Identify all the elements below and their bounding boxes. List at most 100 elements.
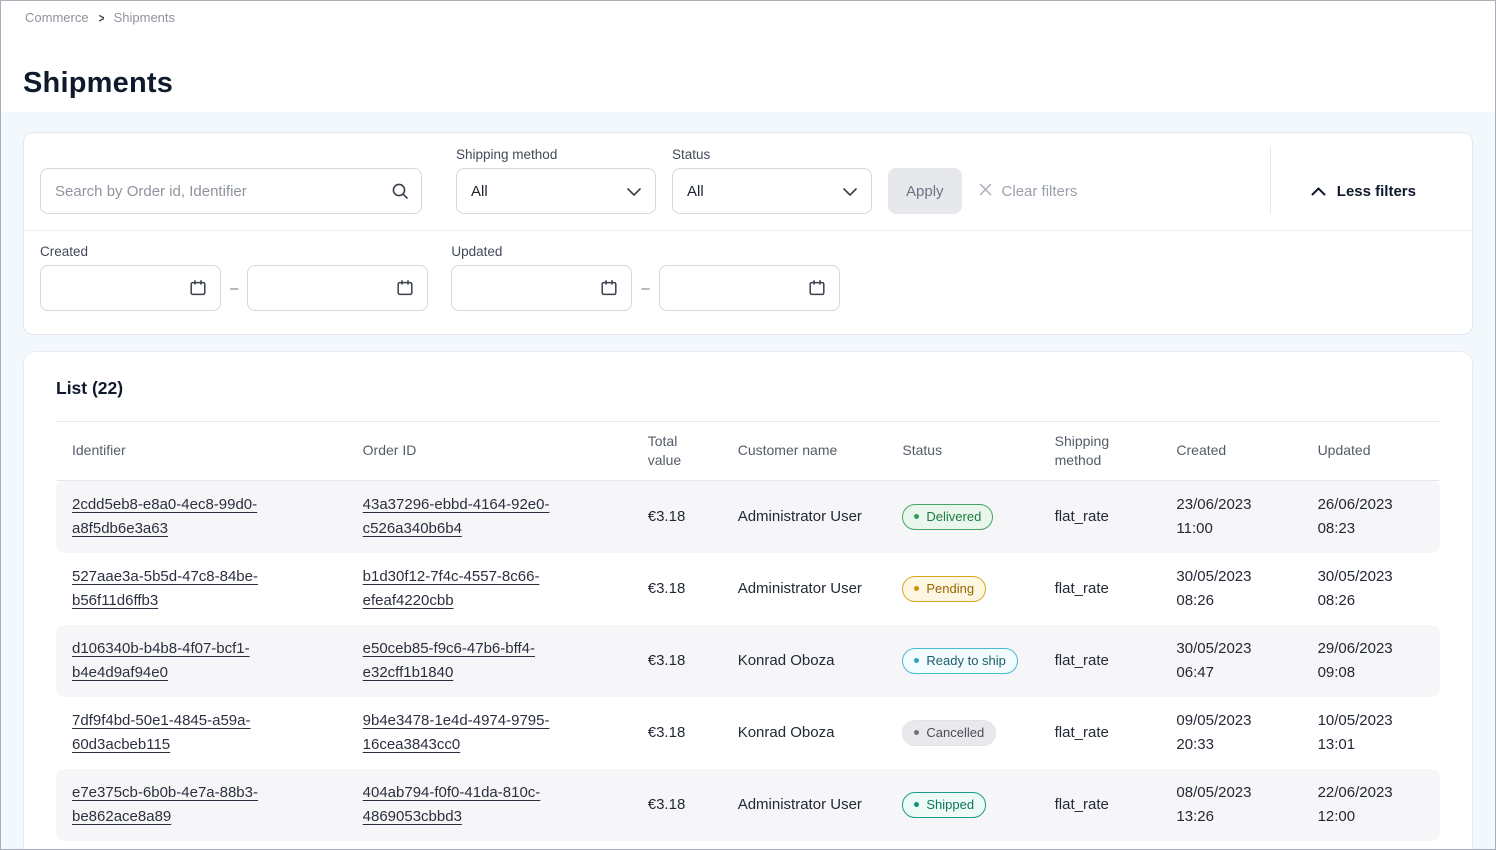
cell-status: Delivered — [886, 480, 1038, 553]
cell-total_value: €3.18 — [632, 697, 722, 769]
created-range: – — [40, 265, 428, 311]
shipping-method-select[interactable]: All — [456, 168, 656, 214]
order-id-link[interactable]: b1d30f12-7f4c-4557-8c66-efeaf4220cbb — [363, 568, 540, 609]
column-header-order_id: Order ID — [347, 422, 632, 481]
cell-customer_name: Administrator User — [722, 553, 887, 625]
status-dot-icon — [914, 514, 919, 519]
chevron-up-icon — [1311, 183, 1326, 200]
filters-row-primary: Shipping method All Status All — [24, 133, 1472, 230]
cell-customer_name: Administrator User — [722, 480, 887, 553]
status-badge-label: Shipped — [926, 796, 974, 813]
table-row: 2cdd5eb8-e8a0-4ec8-99d0-a8f5db6e3a63 43a3… — [56, 480, 1440, 553]
cell-created: 23/06/2023 11:00 — [1160, 480, 1301, 553]
cell-updated: 10/05/2023 13:01 — [1302, 697, 1440, 769]
cell-created: 09/05/2023 20:33 — [1160, 697, 1301, 769]
status-label: Status — [672, 147, 872, 162]
status-badge: Ready to ship — [902, 648, 1018, 674]
identifier-link[interactable]: 7df9f4bd-50e1-4845-a59a-60d3acbeb115 — [72, 712, 250, 753]
filters-row-dates: Created – — [24, 231, 1472, 334]
cell-customer_name: Konrad Oboza — [722, 625, 887, 697]
close-icon — [978, 182, 993, 201]
order-id-link[interactable]: 43a37296-ebbd-4164-92e0-c526a340b6b4 — [363, 496, 550, 537]
cell-order_id: b1d30f12-7f4c-4557-8c66-efeaf4220cbb — [347, 553, 632, 625]
calendar-icon[interactable] — [389, 272, 421, 304]
shipments-page: Commerce > Shipments Shipments — [0, 0, 1496, 850]
cell-identifier: e7e375cb-6b0b-4e7a-88b3-be862ace8a89 — [56, 769, 347, 841]
breadcrumb-item-shipments[interactable]: Shipments — [114, 10, 175, 25]
identifier-link[interactable]: 527aae3a-5b5d-47c8-84be-b56f11d6ffb3 — [72, 568, 258, 609]
calendar-icon[interactable] — [801, 272, 833, 304]
table-row: 7df9f4bd-50e1-4845-a59a-60d3acbeb115 9b4e… — [56, 697, 1440, 769]
identifier-link[interactable]: 2cdd5eb8-e8a0-4ec8-99d0-a8f5db6e3a63 — [72, 496, 257, 537]
cell-identifier: 2cdd5eb8-e8a0-4ec8-99d0-a8f5db6e3a63 — [56, 480, 347, 553]
updated-to-wrap — [659, 265, 840, 311]
cell-shipping_method: flat_rate — [1039, 553, 1161, 625]
status-badge: Cancelled — [902, 720, 996, 746]
status-badge: Shipped — [902, 792, 986, 818]
cell-updated: 22/06/2023 12:00 — [1302, 769, 1440, 841]
shipping-method-label: Shipping method — [456, 147, 656, 162]
column-header-updated: Updated — [1302, 422, 1440, 481]
identifier-link[interactable]: e7e375cb-6b0b-4e7a-88b3-be862ace8a89 — [72, 784, 258, 825]
created-to-wrap — [247, 265, 428, 311]
search-input[interactable] — [40, 168, 422, 214]
vertical-divider — [1270, 147, 1271, 214]
cell-status: Shipped — [886, 769, 1038, 841]
updated-from-wrap — [451, 265, 632, 311]
column-header-total_value: Total value — [632, 422, 722, 481]
shipments-table: IdentifierOrder IDTotal valueCustomer na… — [56, 421, 1440, 841]
identifier-link[interactable]: d106340b-b4b8-4f07-bcf1-b4e4d9af94e0 — [72, 640, 250, 681]
cell-shipping_method: flat_rate — [1039, 480, 1161, 553]
list-title: List (22) — [56, 378, 1440, 399]
column-header-status: Status — [886, 422, 1038, 481]
table-header-row: IdentifierOrder IDTotal valueCustomer na… — [56, 422, 1440, 481]
cell-total_value: €3.18 — [632, 553, 722, 625]
less-filters-button[interactable]: Less filters — [1305, 168, 1422, 214]
search-field-wrap — [40, 168, 422, 214]
column-header-created: Created — [1160, 422, 1301, 481]
table-header: IdentifierOrder IDTotal valueCustomer na… — [56, 422, 1440, 481]
status-badge: Pending — [902, 576, 986, 602]
created-label: Created — [40, 244, 428, 259]
column-header-customer_name: Customer name — [722, 422, 887, 481]
cell-customer_name: Konrad Oboza — [722, 697, 887, 769]
chevron-down-icon — [843, 183, 857, 200]
table-row: 527aae3a-5b5d-47c8-84be-b56f11d6ffb3 b1d3… — [56, 553, 1440, 625]
order-id-link[interactable]: 404ab794-f0f0-41da-810c-4869053cbbd3 — [363, 784, 541, 825]
order-id-link[interactable]: 9b4e3478-1e4d-4974-9795-16cea3843cc0 — [363, 712, 550, 753]
clear-filters-button[interactable]: Clear filters — [972, 168, 1084, 214]
status-dot-icon — [914, 658, 919, 663]
cell-shipping_method: flat_rate — [1039, 625, 1161, 697]
calendar-icon[interactable] — [593, 272, 625, 304]
apply-button[interactable]: Apply — [888, 168, 962, 214]
chevron-down-icon — [627, 183, 641, 200]
cell-created: 08/05/2023 13:26 — [1160, 769, 1301, 841]
cell-identifier: 7df9f4bd-50e1-4845-a59a-60d3acbeb115 — [56, 697, 347, 769]
cell-updated: 29/06/2023 09:08 — [1302, 625, 1440, 697]
cell-shipping_method: flat_rate — [1039, 697, 1161, 769]
status-dot-icon — [914, 586, 919, 591]
cell-shipping_method: flat_rate — [1039, 769, 1161, 841]
page-title: Shipments — [23, 67, 1495, 100]
status-badge-label: Ready to ship — [926, 652, 1006, 669]
updated-range: – — [451, 265, 839, 311]
created-from-wrap — [40, 265, 221, 311]
shipments-list-panel: List (22) IdentifierOrder IDTotal valueC… — [23, 351, 1473, 849]
topbar: Commerce > Shipments — [1, 1, 1495, 25]
cell-total_value: €3.18 — [632, 480, 722, 553]
range-dash: – — [641, 280, 649, 297]
shipments-table-body: 2cdd5eb8-e8a0-4ec8-99d0-a8f5db6e3a63 43a3… — [56, 480, 1440, 841]
content-area: Shipping method All Status All — [1, 112, 1495, 849]
cell-status: Pending — [886, 553, 1038, 625]
order-id-link[interactable]: e50ceb85-f9c6-47b6-bff4-e32cff1b1840 — [363, 640, 535, 681]
cell-order_id: 9b4e3478-1e4d-4974-9795-16cea3843cc0 — [347, 697, 632, 769]
cell-created: 30/05/2023 06:47 — [1160, 625, 1301, 697]
clear-filters-label: Clear filters — [1002, 183, 1078, 200]
breadcrumb-item-commerce[interactable]: Commerce — [25, 10, 89, 25]
shipping-method-field: Shipping method All — [456, 147, 656, 214]
updated-range-field: Updated – — [451, 244, 839, 311]
range-dash: – — [230, 280, 238, 297]
calendar-icon[interactable] — [182, 272, 214, 304]
status-select[interactable]: All — [672, 168, 872, 214]
updated-label: Updated — [451, 244, 839, 259]
